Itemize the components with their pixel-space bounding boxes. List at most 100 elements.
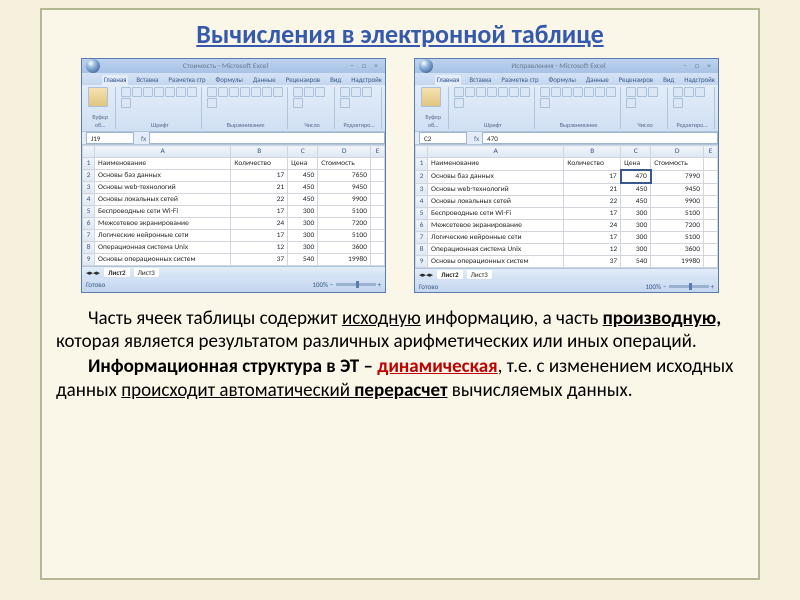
cell[interactable]: Наименование — [428, 158, 564, 171]
cell[interactable]: 7990 — [651, 170, 704, 183]
cell[interactable]: 22 — [564, 196, 621, 208]
ribbon-button-icon[interactable] — [207, 98, 217, 108]
row-header[interactable]: 6 — [83, 218, 95, 230]
ribbon-tab[interactable]: Главная — [435, 75, 461, 85]
cell[interactable]: Операционная система Unix — [95, 242, 231, 254]
cell[interactable]: Основы web-технологий — [95, 182, 231, 194]
cell[interactable]: 12 — [231, 242, 288, 254]
ribbon-tab[interactable]: Вставка — [467, 75, 493, 85]
ribbon-button-icon[interactable] — [207, 87, 217, 97]
ribbon-button-icon[interactable] — [573, 87, 583, 97]
cell[interactable]: Основы локальных сетей — [428, 196, 564, 208]
ribbon-button-icon[interactable] — [121, 87, 131, 97]
ribbon-button-icon[interactable] — [606, 87, 616, 97]
cell[interactable] — [371, 182, 385, 194]
ribbon-button-icon[interactable] — [454, 87, 464, 97]
cell[interactable]: Беспроводные сети Wi-Fi — [95, 206, 231, 218]
maximize-icon[interactable]: □ — [692, 61, 702, 71]
cell[interactable]: Основы операционных систем — [428, 256, 564, 268]
cell[interactable]: 19980 — [651, 256, 704, 268]
close-icon[interactable]: × — [371, 61, 381, 71]
ribbon-button-icon[interactable] — [143, 87, 153, 97]
cell[interactable] — [371, 206, 385, 218]
ribbon-button-icon[interactable] — [187, 87, 197, 97]
office-button-icon[interactable] — [419, 59, 433, 73]
cell[interactable]: 3600 — [318, 242, 371, 254]
row-header[interactable]: 4 — [83, 194, 95, 206]
cell[interactable]: 9450 — [318, 182, 371, 194]
ribbon-tab[interactable]: Надстройк — [682, 75, 717, 85]
ribbon-tab[interactable]: Главная — [102, 75, 128, 85]
ribbon-button-icon[interactable] — [673, 98, 683, 108]
ribbon-tab[interactable]: Данные — [584, 75, 611, 85]
cell[interactable]: 9450 — [651, 183, 704, 196]
ribbon-button-icon[interactable] — [340, 87, 350, 97]
ribbon-button-icon[interactable] — [121, 98, 131, 108]
cell[interactable]: Основы баз данных — [428, 170, 564, 183]
name-box[interactable]: J19 — [86, 132, 134, 144]
cell[interactable]: 300 — [621, 208, 651, 220]
cell[interactable]: Основы web-технологий — [428, 183, 564, 196]
cell[interactable]: 5100 — [651, 232, 704, 244]
cell[interactable]: Логические нейронные сети — [95, 230, 231, 242]
cell[interactable]: 5100 — [318, 206, 371, 218]
row-header[interactable]: 1 — [83, 158, 95, 170]
cell[interactable]: 450 — [288, 182, 318, 194]
ribbon-tab[interactable]: Вид — [328, 75, 343, 85]
column-header[interactable] — [83, 146, 95, 158]
sheet-nav-icon[interactable]: ◂▸◂▸ — [419, 270, 433, 279]
ribbon-tab[interactable]: Разметка стр — [166, 75, 207, 85]
cell[interactable]: 17 — [231, 206, 288, 218]
cell[interactable]: Стоимость — [651, 158, 704, 171]
ribbon-button-icon[interactable] — [562, 87, 572, 97]
cell[interactable]: 17 — [564, 208, 621, 220]
row-header[interactable]: 9 — [83, 254, 95, 266]
column-header[interactable]: C — [288, 146, 318, 158]
ribbon-button-icon[interactable] — [132, 87, 142, 97]
ribbon-button-icon[interactable] — [293, 87, 303, 97]
cell[interactable]: 470 — [621, 170, 651, 183]
cell[interactable] — [704, 256, 718, 268]
cell[interactable] — [371, 170, 385, 182]
ribbon-button-icon[interactable] — [476, 87, 486, 97]
column-header[interactable]: B — [231, 146, 288, 158]
cell[interactable]: 19980 — [318, 254, 371, 266]
ribbon-button-icon[interactable] — [176, 87, 186, 97]
zoom-control[interactable]: 100% −+ — [645, 282, 714, 291]
cell[interactable]: 24 — [231, 218, 288, 230]
cell[interactable] — [371, 158, 385, 170]
cell[interactable] — [371, 254, 385, 266]
cell[interactable]: Количество — [231, 158, 288, 170]
cell[interactable] — [704, 196, 718, 208]
cell[interactable]: 300 — [288, 206, 318, 218]
cell[interactable]: 7200 — [651, 220, 704, 232]
cell[interactable]: Логические нейронные сети — [428, 232, 564, 244]
row-header[interactable]: 3 — [416, 183, 428, 196]
row-header[interactable]: 2 — [83, 170, 95, 182]
row-header[interactable]: 4 — [416, 196, 428, 208]
ribbon-button-icon[interactable] — [584, 87, 594, 97]
ribbon-tab[interactable]: Рецензиров — [284, 75, 322, 85]
sheet-tab[interactable]: Лист2 — [104, 268, 130, 277]
sheet-tab[interactable]: Лист3 — [467, 270, 492, 279]
ribbon-button-icon[interactable] — [540, 98, 550, 108]
ribbon-button-icon[interactable] — [487, 87, 497, 97]
cell[interactable]: Основы локальных сетей — [95, 194, 231, 206]
cell[interactable]: 9900 — [318, 194, 371, 206]
cell[interactable]: Операционная система Unix — [428, 244, 564, 256]
column-header[interactable]: E — [704, 146, 718, 158]
row-header[interactable]: 9 — [416, 256, 428, 268]
ribbon-button-icon[interactable] — [315, 87, 325, 97]
ribbon-tab[interactable]: Рецензиров — [617, 75, 655, 85]
row-header[interactable]: 7 — [83, 230, 95, 242]
fx-icon[interactable]: fx — [141, 134, 146, 143]
cell[interactable]: 5100 — [318, 230, 371, 242]
column-header[interactable]: C — [621, 146, 651, 158]
cell[interactable]: 300 — [621, 232, 651, 244]
column-header[interactable]: A — [95, 146, 231, 158]
ribbon-tab[interactable]: Формулы — [214, 75, 245, 85]
cell[interactable]: 300 — [621, 220, 651, 232]
row-header[interactable]: 6 — [416, 220, 428, 232]
ribbon-button-icon[interactable] — [351, 87, 361, 97]
cell[interactable]: Наименование — [95, 158, 231, 170]
